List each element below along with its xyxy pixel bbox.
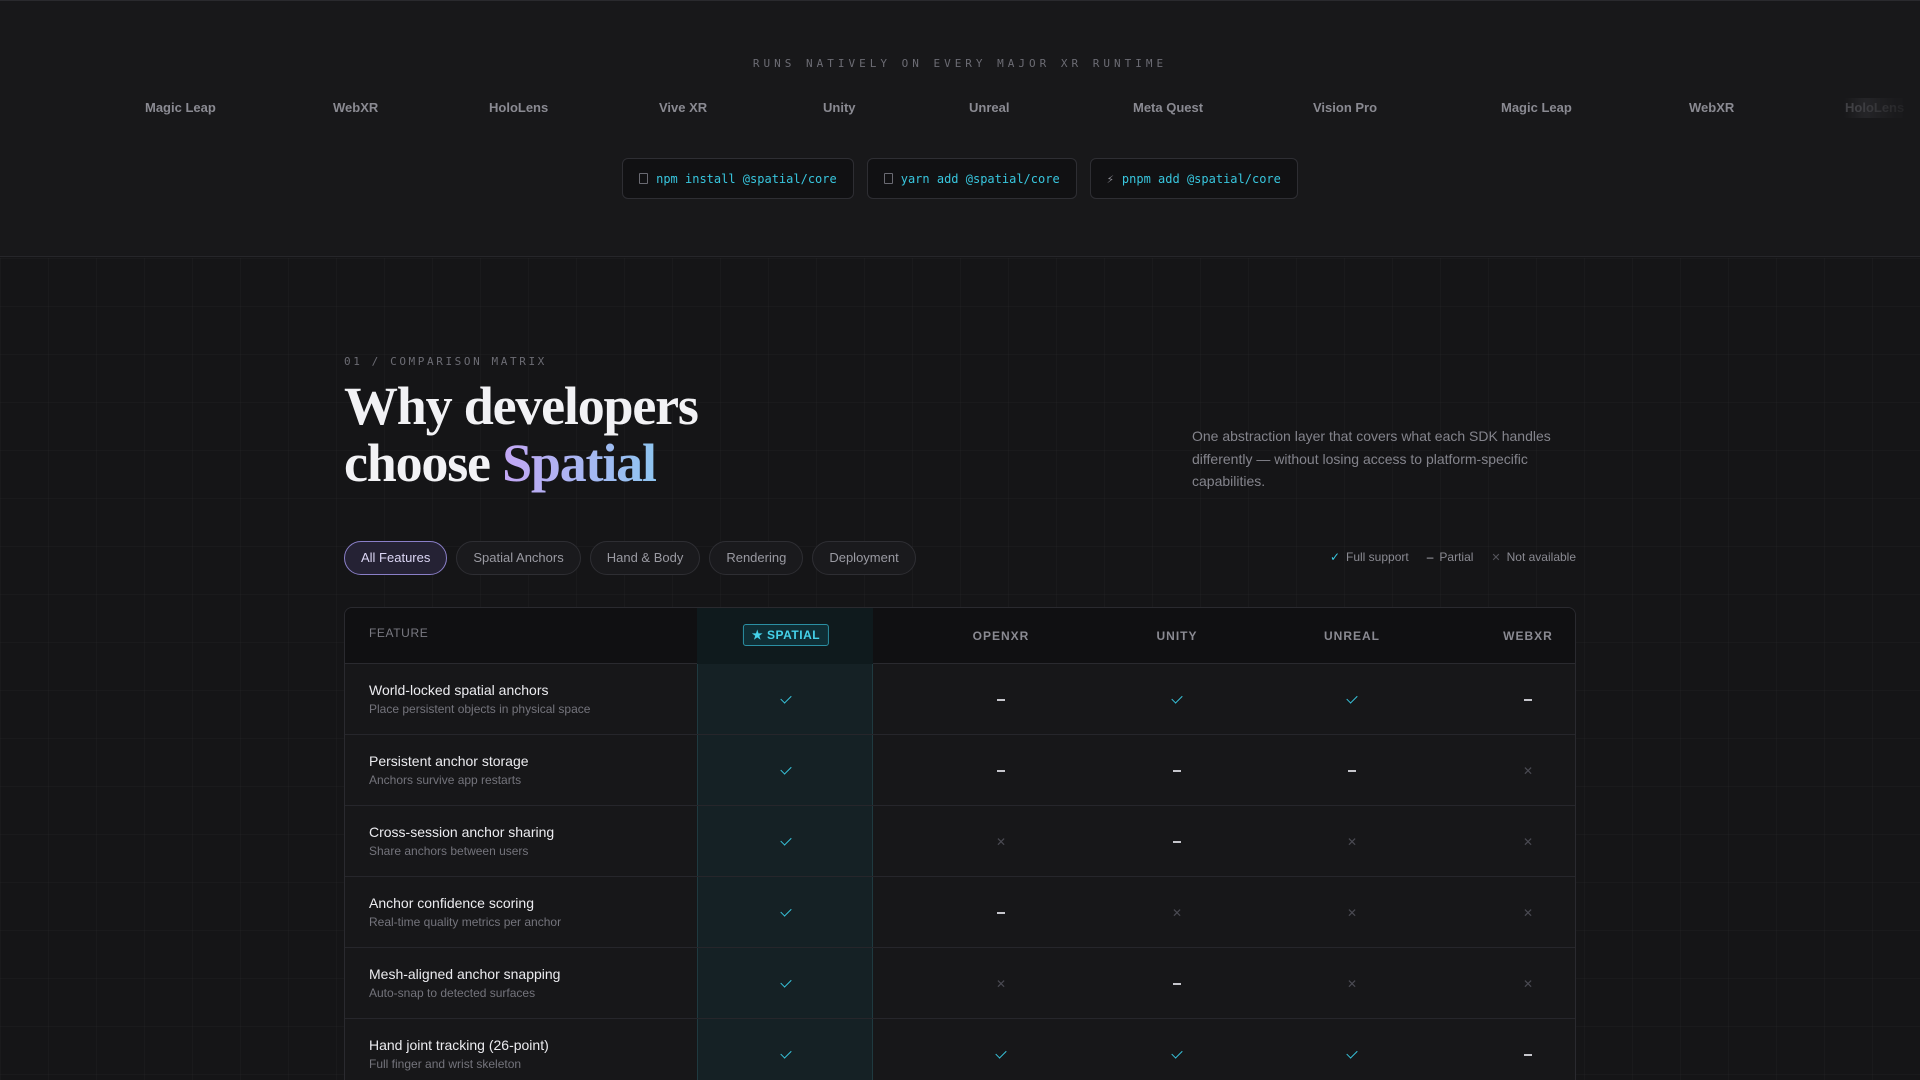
- feature-title: Persistent anchor storage: [369, 753, 529, 769]
- copy-icon: [883, 173, 893, 184]
- dash-icon: [1508, 664, 1548, 735]
- feature-subtitle: Share anchors between users: [369, 844, 529, 858]
- x-icon: ✕: [1522, 835, 1534, 849]
- feature-title: Hand joint tracking (26-point): [369, 1037, 549, 1053]
- filter-hand-body[interactable]: Hand & Body: [589, 541, 701, 575]
- legend-full: ✓ Full support: [1329, 550, 1409, 564]
- legend-partial: – Partial: [1426, 550, 1474, 564]
- check-icon: [766, 948, 806, 1019]
- feature-subtitle: Real-time quality metrics per anchor: [369, 915, 562, 929]
- filter-all-features[interactable]: All Features: [344, 541, 448, 575]
- spatial-column-badge: ★ SPATIAL: [742, 624, 830, 646]
- install-command-text: npm install @spatial/core: [656, 171, 837, 186]
- dash-icon: [981, 664, 1021, 735]
- copy-icon: [639, 173, 649, 184]
- feature-subtitle: Anchors survive app restarts: [369, 773, 522, 787]
- check-icon: [766, 1019, 806, 1080]
- x-icon: ✕: [1171, 906, 1183, 920]
- x-icon: ✕: [1522, 906, 1534, 920]
- page-title: Why developers choose Spatial: [344, 376, 699, 493]
- table-row: Persistent anchor storage Anchors survive…: [345, 735, 1575, 806]
- x-icon: ✕: [1346, 906, 1358, 920]
- check-icon: [1332, 664, 1372, 735]
- table-header: FEATURE ★ SPATIAL OPENXR UNITY UNREAL WE…: [345, 608, 1575, 664]
- check-icon: [766, 735, 806, 806]
- marquee-fade-right: [1860, 90, 1920, 126]
- filter-rendering[interactable]: Rendering: [709, 541, 804, 575]
- runtime-logo: Vision Pro: [1311, 98, 1419, 118]
- check-icon: [766, 664, 806, 735]
- x-icon: ✕: [1346, 835, 1358, 849]
- x-icon: ✕: [1346, 977, 1358, 991]
- check-icon: [1332, 1019, 1372, 1080]
- runtime-logo: Magic Leap: [143, 98, 253, 118]
- column-header-unreal: UNREAL: [1324, 629, 1380, 643]
- runtime-logo: Unity: [821, 98, 887, 118]
- dash-icon: [1157, 735, 1197, 806]
- check-icon: [766, 877, 806, 948]
- feature-subtitle: Place persistent objects in physical spa…: [369, 702, 591, 716]
- filter-deployment[interactable]: Deployment: [812, 541, 916, 575]
- column-header-openxr: OPENXR: [972, 629, 1030, 643]
- npm-install-button[interactable]: npm install @spatial/core: [622, 158, 854, 199]
- feature-filter-tabs: All Features Spatial Anchors Hand & Body…: [344, 541, 916, 575]
- check-icon: [981, 1019, 1021, 1080]
- dash-icon: [1157, 948, 1197, 1019]
- runtime-logo: Vive XR: [657, 98, 742, 118]
- feature-subtitle: Full finger and wrist skeleton: [369, 1057, 522, 1071]
- dash-icon: [1508, 1019, 1548, 1080]
- install-command-text: yarn add @spatial/core: [900, 171, 1060, 186]
- x-icon: ✕: [995, 835, 1007, 849]
- runtime-logo: WebXR: [331, 98, 406, 118]
- yarn-install-button[interactable]: yarn add @spatial/core: [866, 158, 1077, 199]
- runtime-logo: HoloLens: [487, 98, 579, 118]
- runtime-kicker: RUNS NATIVELY ON EVERY MAJOR XR RUNTIME: [752, 57, 1168, 70]
- feature-subtitle: Auto-snap to detected surfaces: [369, 986, 536, 1000]
- support-legend: ✓ Full support – Partial ✕ Not available: [1330, 550, 1576, 564]
- filter-spatial-anchors[interactable]: Spatial Anchors: [456, 541, 581, 575]
- bolt-icon: ⚡: [1106, 171, 1114, 186]
- install-commands: npm install @spatial/core yarn add @spat…: [0, 158, 1920, 199]
- x-icon: ✕: [1491, 551, 1501, 564]
- check-icon: [1157, 1019, 1197, 1080]
- dash-icon: [1332, 735, 1372, 806]
- column-header-unity: UNITY: [1156, 629, 1198, 643]
- table-row: World-locked spatial anchors Place persis…: [345, 664, 1575, 735]
- dash-icon: –: [1426, 550, 1434, 564]
- runtime-band: [0, 0, 1920, 257]
- table-row: Hand joint tracking (26-point) Full finge…: [345, 1019, 1575, 1080]
- runtime-logo: WebXR: [1687, 98, 1762, 118]
- install-command-text: pnpm add @spatial/core: [1121, 171, 1281, 186]
- x-icon: ✕: [1522, 977, 1534, 991]
- dash-icon: [981, 877, 1021, 948]
- dash-icon: [1157, 806, 1197, 877]
- table-row: Anchor confidence scoring Real-time quali…: [345, 877, 1575, 948]
- x-icon: ✕: [1522, 764, 1534, 778]
- feature-title: Cross-session anchor sharing: [369, 824, 555, 840]
- comparison-matrix: FEATURE ★ SPATIAL OPENXR UNITY UNREAL WE…: [344, 607, 1576, 1080]
- column-header-webxr: WEBXR: [1503, 629, 1553, 643]
- check-icon: [1157, 664, 1197, 735]
- dash-icon: [981, 735, 1021, 806]
- runtime-logo: Unreal: [967, 98, 1049, 118]
- feature-title: Mesh-aligned anchor snapping: [369, 966, 561, 982]
- table-row: Mesh-aligned anchor snapping Auto-snap to…: [345, 948, 1575, 1019]
- feature-title: Anchor confidence scoring: [369, 895, 534, 911]
- runtime-logo: Magic Leap: [1499, 98, 1607, 118]
- table-row: Cross-session anchor sharing Share anchor…: [345, 806, 1575, 877]
- feature-column-header: FEATURE: [369, 626, 429, 640]
- legend-none: ✕ Not available: [1491, 550, 1576, 564]
- x-icon: ✕: [995, 977, 1007, 991]
- pnpm-install-button[interactable]: ⚡ pnpm add @spatial/core: [1089, 158, 1298, 199]
- check-icon: [766, 806, 806, 877]
- check-icon: ✓: [1329, 550, 1340, 564]
- section-kicker: 01 / COMPARISON MATRIX: [344, 355, 547, 368]
- runtime-logo: Meta Quest: [1131, 98, 1231, 118]
- title-accent: Spatial: [502, 433, 657, 493]
- feature-title: World-locked spatial anchors: [369, 682, 549, 698]
- section-description: One abstraction layer that covers what e…: [1192, 428, 1551, 489]
- runtime-logo-marquee: Magic Leap WebXR HoloLens Vive XR Unity …: [0, 96, 1920, 120]
- marquee-fade-left: [0, 90, 60, 126]
